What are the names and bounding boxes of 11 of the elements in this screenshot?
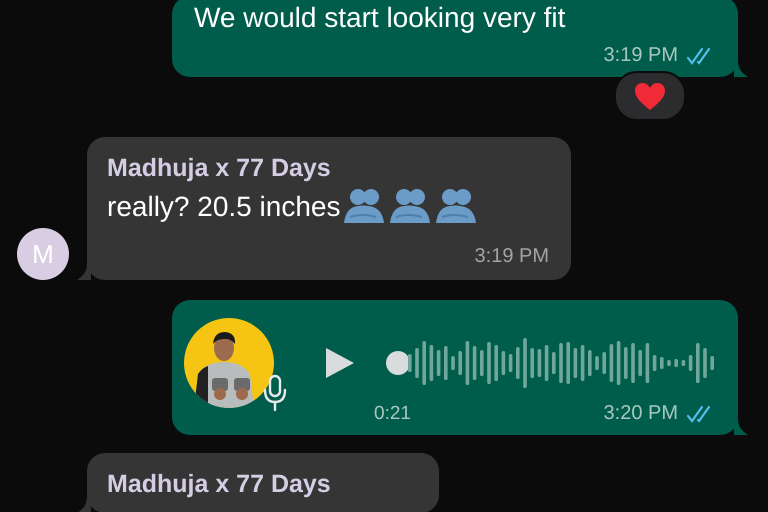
sender-name: Madhuja x 77 Days bbox=[107, 153, 332, 184]
voice-duration: 0:21 bbox=[374, 402, 411, 424]
heart-icon bbox=[634, 82, 666, 110]
message-text: really? 20.5 inches bbox=[107, 190, 340, 224]
sender-name: Madhuja x 77 Days bbox=[107, 469, 332, 500]
message-time: 3:20 PM bbox=[604, 402, 678, 425]
message-time: 3:19 PM bbox=[474, 245, 549, 268]
message-time: 3:19 PM bbox=[604, 44, 678, 67]
play-icon[interactable] bbox=[324, 346, 356, 380]
message-text: We would start looking very fit bbox=[194, 1, 566, 35]
microphone-icon bbox=[262, 374, 288, 412]
